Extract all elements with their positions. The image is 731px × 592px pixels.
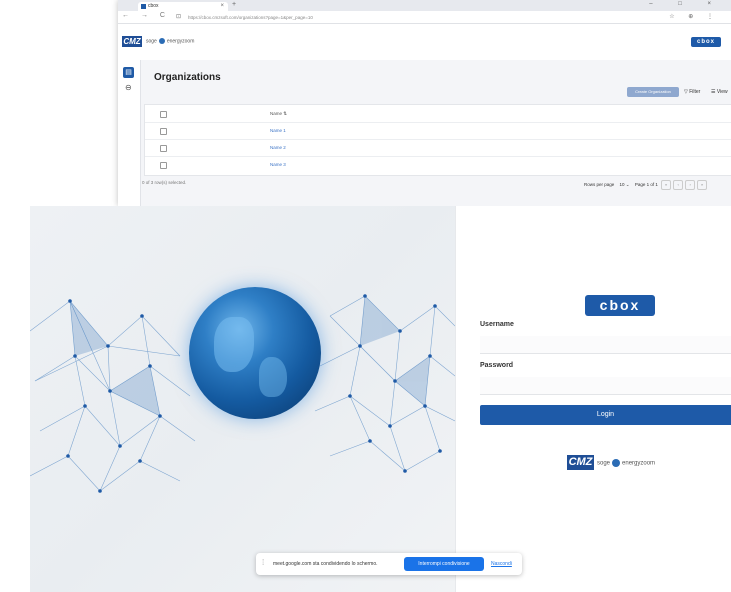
row-checkbox[interactable] — [160, 128, 167, 135]
row-checkbox[interactable] — [160, 162, 167, 169]
partner-left-text: soge — [597, 460, 611, 467]
partner-right-text: energyzoom — [166, 38, 195, 45]
row-name-link[interactable]: Name 2 — [270, 139, 286, 156]
row-name-link[interactable]: Name 1 — [270, 122, 286, 139]
nav-buttons[interactable]: ← → C — [122, 12, 170, 19]
address-bar-icons[interactable]: ☆ ⊕ ⋮ — [669, 13, 719, 20]
tab-bar: cbox × + – □ × — [118, 0, 731, 11]
favicon-icon — [141, 4, 146, 9]
login-window: cbox Username Password Login CMZ soge ene… — [30, 206, 731, 592]
row-name-link[interactable]: Name 3 — [270, 156, 286, 173]
hide-link[interactable]: Nascondi — [491, 553, 512, 575]
select-all-checkbox[interactable] — [160, 111, 167, 118]
globe-icon — [189, 287, 321, 419]
organizations-table: Name ⇅ Name 1 Name 2 Name 3 — [144, 104, 731, 176]
drag-handle-icon[interactable]: ⁞ — [262, 558, 264, 567]
panel-divider — [455, 206, 456, 592]
first-page-button[interactable]: « — [661, 180, 672, 190]
stop-sharing-button[interactable]: Interrompi condivisione — [404, 557, 484, 571]
next-page-button[interactable]: › — [685, 180, 696, 190]
pagination: Rows per page 10 ⌄ Page 1 of 1 «‹ ›» — [584, 180, 708, 190]
selection-count: 0 of 3 row(s) selected. — [142, 180, 187, 185]
lock-icon: ⊡ — [176, 14, 182, 20]
cbox-logo: cbox — [691, 37, 721, 47]
browser-tab[interactable]: cbox × — [138, 2, 228, 11]
password-label: Password — [480, 362, 514, 369]
last-page-button[interactable]: » — [697, 180, 708, 190]
cbox-logo: cbox — [585, 295, 655, 316]
partner-logo: soge energyzoom — [597, 459, 655, 467]
table-row: Name 1 — [145, 122, 731, 140]
globe-land — [259, 357, 287, 397]
screen-share-bar: ⁞ meet.google.com sta condividendo lo sc… — [256, 553, 522, 575]
cmz-logo: CMZ — [567, 455, 594, 470]
page-title: Organizations — [154, 72, 221, 83]
share-message: meet.google.com sta condividendo lo sche… — [273, 561, 378, 567]
partner-left-text: soge — [146, 38, 157, 45]
filter-button[interactable]: ▽ Filter — [684, 87, 700, 97]
url-field[interactable]: https://cbox.cmzsoft.com/organizations?p… — [188, 14, 548, 21]
password-input[interactable] — [480, 377, 731, 395]
rows-per-page-select[interactable]: 10 ⌄ — [620, 182, 630, 188]
hero-background — [30, 206, 455, 592]
tab-close-icon[interactable]: × — [220, 2, 224, 11]
globe-dot-icon — [612, 459, 621, 467]
cmz-logo: CMZ — [122, 36, 142, 47]
prev-page-button[interactable]: ‹ — [673, 180, 684, 190]
window-controls[interactable]: – □ × — [649, 1, 723, 7]
table-header-row: Name ⇅ — [145, 105, 731, 123]
login-button[interactable]: Login — [480, 405, 731, 425]
sidebar: ▤ ⊖ — [118, 60, 141, 206]
table-row: Name 3 — [145, 156, 731, 173]
row-checkbox[interactable] — [160, 145, 167, 152]
create-organization-button[interactable]: Create Organization — [627, 87, 679, 97]
page-info: Page 1 of 1 — [634, 182, 658, 188]
username-input[interactable] — [480, 336, 731, 354]
partner-right-text: energyzoom — [622, 460, 656, 467]
view-button[interactable]: ☰ View — [711, 87, 728, 97]
globe-dot-icon — [158, 38, 165, 44]
partner-logo: soge energyzoom — [146, 38, 194, 44]
sidebar-item-organizations[interactable]: ▤ — [123, 67, 134, 78]
table-row: Name 2 — [145, 139, 731, 157]
column-header-name[interactable]: Name ⇅ — [270, 105, 287, 122]
rows-per-page-label: Rows per page — [584, 182, 615, 188]
username-label: Username — [480, 321, 514, 328]
tab-title: cbox — [148, 3, 159, 9]
browser-window: cbox × + – □ × ← → C ⊡ https://cbox.cmzs… — [118, 0, 731, 206]
new-tab-button[interactable]: + — [232, 1, 236, 8]
globe-land — [214, 317, 254, 372]
app-header: CMZ soge energyzoom cbox — [118, 24, 731, 60]
sidebar-item-other[interactable]: ⊖ — [125, 83, 132, 92]
address-bar: ← → C ⊡ https://cbox.cmzsoft.com/organiz… — [118, 11, 731, 24]
